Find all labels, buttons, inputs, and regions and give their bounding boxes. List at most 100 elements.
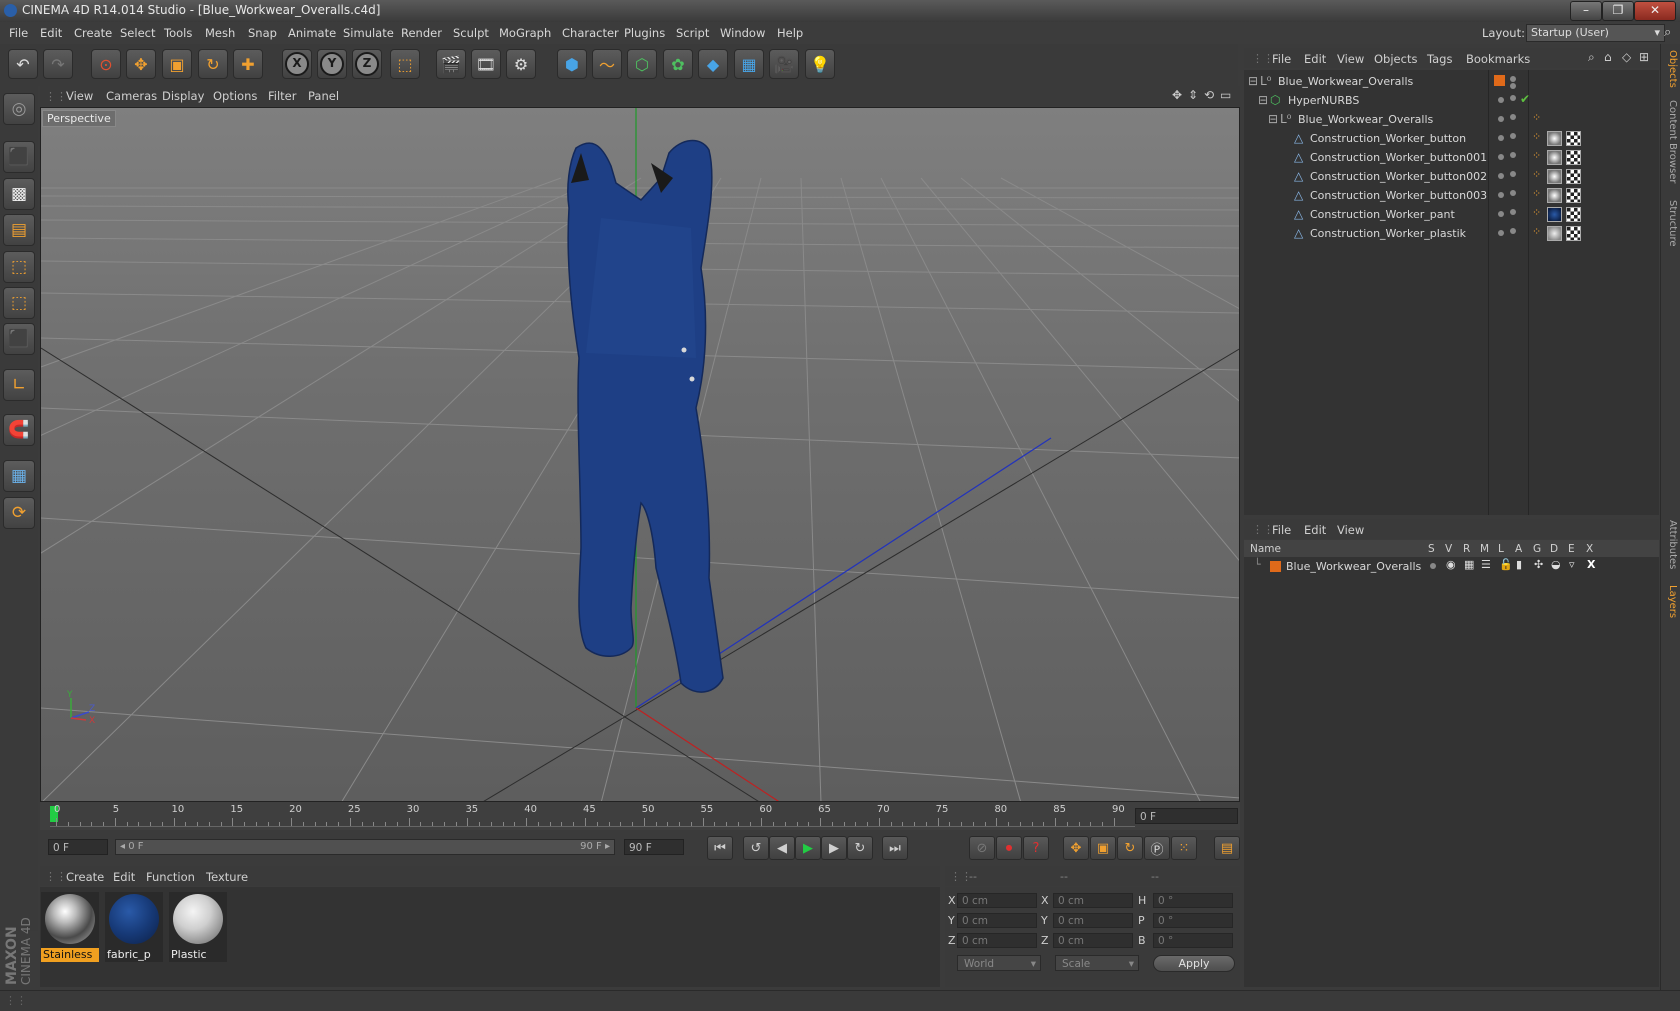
search-icon[interactable]: ⌕: [1664, 25, 1671, 40]
menu-render[interactable]: Render: [401, 26, 442, 40]
render-visibility-dot[interactable]: [1510, 133, 1516, 139]
locked-workplane-icon[interactable]: ⟳: [3, 497, 35, 529]
menu-edit[interactable]: Edit: [40, 26, 62, 40]
autokey-icon[interactable]: ?: [1023, 836, 1049, 860]
previous-frame-icon[interactable]: ◀: [769, 836, 795, 860]
generator-toggle-icon[interactable]: ✣: [1534, 558, 1543, 571]
tab-objects[interactable]: Objects: [1662, 50, 1678, 88]
material-menu-function[interactable]: Function: [146, 870, 195, 884]
layer-menu-file[interactable]: File: [1272, 523, 1291, 537]
viewport-menu-cameras[interactable]: Cameras: [106, 89, 157, 103]
material-menu-texture[interactable]: Texture: [206, 870, 248, 884]
end-frame-field[interactable]: 90 F: [624, 839, 684, 855]
tab-content-browser[interactable]: Content Browser: [1662, 100, 1678, 183]
editor-visibility-dot[interactable]: [1498, 154, 1504, 160]
cloner-icon[interactable]: ✿: [663, 49, 693, 79]
undo-icon[interactable]: ↶: [8, 49, 38, 79]
render-visibility-dot[interactable]: [1510, 83, 1516, 89]
uvw-tag-icon[interactable]: [1566, 169, 1581, 184]
menu-snap[interactable]: Snap: [248, 26, 277, 40]
maximize-view-icon[interactable]: ▭: [1220, 88, 1231, 102]
previous-key-icon[interactable]: ↺: [743, 836, 769, 860]
spline-pen-icon[interactable]: 〜: [592, 49, 622, 79]
layer-color-swatch[interactable]: [1270, 561, 1281, 572]
render-toggle-icon[interactable]: ▦: [1464, 558, 1474, 571]
material-stainless[interactable]: Stainless: [41, 892, 99, 962]
material-tag-icon[interactable]: [1547, 188, 1562, 203]
layout-dropdown[interactable]: Startup (User) ▾: [1526, 24, 1665, 42]
material-plastic[interactable]: Plastic: [169, 892, 227, 962]
col-render[interactable]: R: [1463, 543, 1470, 555]
subdivision-surface-icon[interactable]: ⬡: [627, 49, 657, 79]
y-axis-lock-button[interactable]: Y: [317, 49, 347, 79]
render-visibility-dot[interactable]: [1510, 209, 1516, 215]
object-menu-tags[interactable]: Tags: [1427, 52, 1452, 66]
material-tag-icon[interactable]: [1547, 150, 1562, 165]
menu-script[interactable]: Script: [676, 26, 709, 40]
phong-tag-icon[interactable]: ⁘: [1532, 206, 1541, 219]
minimize-button[interactable]: –: [1570, 1, 1602, 21]
size-x-field[interactable]: 0 cm: [1053, 893, 1133, 908]
render-visibility-dot[interactable]: [1510, 190, 1516, 196]
menu-plugins[interactable]: Plugins: [624, 26, 665, 40]
go-to-end-icon[interactable]: ⏭: [882, 836, 908, 860]
viewport-menu-panel[interactable]: Panel: [308, 89, 339, 103]
play-icon[interactable]: ▶: [795, 836, 821, 860]
timeline-ruler[interactable]: 0 5 10 15 20 25 30 35 40 45 50 55 60 65 70 75 80 85 90 0 F: [40, 802, 1240, 830]
object-menu-file[interactable]: File: [1272, 52, 1291, 66]
solo-toggle-icon[interactable]: [1430, 563, 1436, 569]
menu-mograph[interactable]: MoGraph: [499, 26, 551, 40]
collapse-icon[interactable]: ⊟: [1258, 93, 1268, 107]
cube-icon[interactable]: ⬢: [557, 49, 587, 79]
pos-z-field[interactable]: 0 cm: [957, 933, 1037, 948]
col-name[interactable]: Name: [1250, 543, 1281, 555]
filter-icon[interactable]: ◇: [1622, 50, 1631, 64]
eye-icon[interactable]: ◉: [1446, 558, 1456, 571]
col-animation[interactable]: A: [1515, 543, 1522, 555]
object-row[interactable]: ⊟ L⁰ Blue_Workwear_Overalls: [1244, 72, 1659, 91]
home-icon[interactable]: ⌂: [1604, 50, 1612, 64]
redo-icon[interactable]: ↷: [43, 49, 73, 79]
object-row[interactable]: △ Construction_Worker_button003 ⁘: [1244, 186, 1659, 205]
uvw-tag-icon[interactable]: [1566, 207, 1581, 222]
transform-mode-dropdown[interactable]: Scale ▾: [1055, 955, 1139, 971]
menu-window[interactable]: Window: [720, 26, 765, 40]
perspective-viewport[interactable]: Y Z X: [40, 107, 1240, 802]
timeline-window-icon[interactable]: ▤: [1214, 836, 1240, 860]
key-scale-icon[interactable]: ▣: [1090, 836, 1116, 860]
viewport-menu-display[interactable]: Display: [162, 89, 204, 103]
next-frame-icon[interactable]: ▶: [821, 836, 847, 860]
enabled-check-icon[interactable]: ✔: [1520, 92, 1530, 106]
menu-sculpt[interactable]: Sculpt: [453, 26, 489, 40]
expression-toggle-icon[interactable]: ▿: [1569, 558, 1575, 571]
menu-mesh[interactable]: Mesh: [205, 26, 235, 40]
col-view[interactable]: V: [1445, 543, 1452, 555]
size-z-field[interactable]: 0 cm: [1053, 933, 1133, 948]
menu-help[interactable]: Help: [777, 26, 803, 40]
live-selection-icon[interactable]: ⊙: [91, 49, 121, 79]
rot-p-field[interactable]: 0 °: [1153, 913, 1233, 928]
menu-simulate[interactable]: Simulate: [343, 26, 394, 40]
transform-icon[interactable]: ✚: [233, 49, 263, 79]
apply-button[interactable]: Apply: [1153, 955, 1235, 972]
key-position-icon[interactable]: ✥: [1063, 836, 1089, 860]
xref-toggle-icon[interactable]: X: [1587, 558, 1595, 571]
col-xref[interactable]: X: [1586, 543, 1593, 555]
z-axis-lock-button[interactable]: Z: [352, 49, 382, 79]
phong-tag-icon[interactable]: ⁘: [1532, 168, 1541, 181]
x-axis-lock-button[interactable]: X: [282, 49, 312, 79]
tab-layers[interactable]: Layers: [1662, 585, 1678, 618]
make-editable-icon[interactable]: ◎: [3, 93, 35, 125]
menu-select[interactable]: Select: [120, 26, 155, 40]
material-tag-icon[interactable]: [1547, 226, 1562, 241]
floor-icon[interactable]: ▦: [734, 49, 764, 79]
layer-menu-edit[interactable]: Edit: [1304, 523, 1326, 537]
object-menu-objects[interactable]: Objects: [1374, 52, 1417, 66]
record-icon[interactable]: ⏺: [996, 836, 1022, 860]
viewport-menu-options[interactable]: Options: [213, 89, 257, 103]
manager-toggle-icon[interactable]: ☰: [1481, 558, 1491, 571]
render-visibility-dot[interactable]: [1510, 114, 1516, 120]
object-menu-bookmarks[interactable]: Bookmarks: [1466, 52, 1530, 66]
axis-mode-icon[interactable]: ∟: [3, 369, 35, 401]
col-locked[interactable]: L: [1498, 543, 1504, 555]
